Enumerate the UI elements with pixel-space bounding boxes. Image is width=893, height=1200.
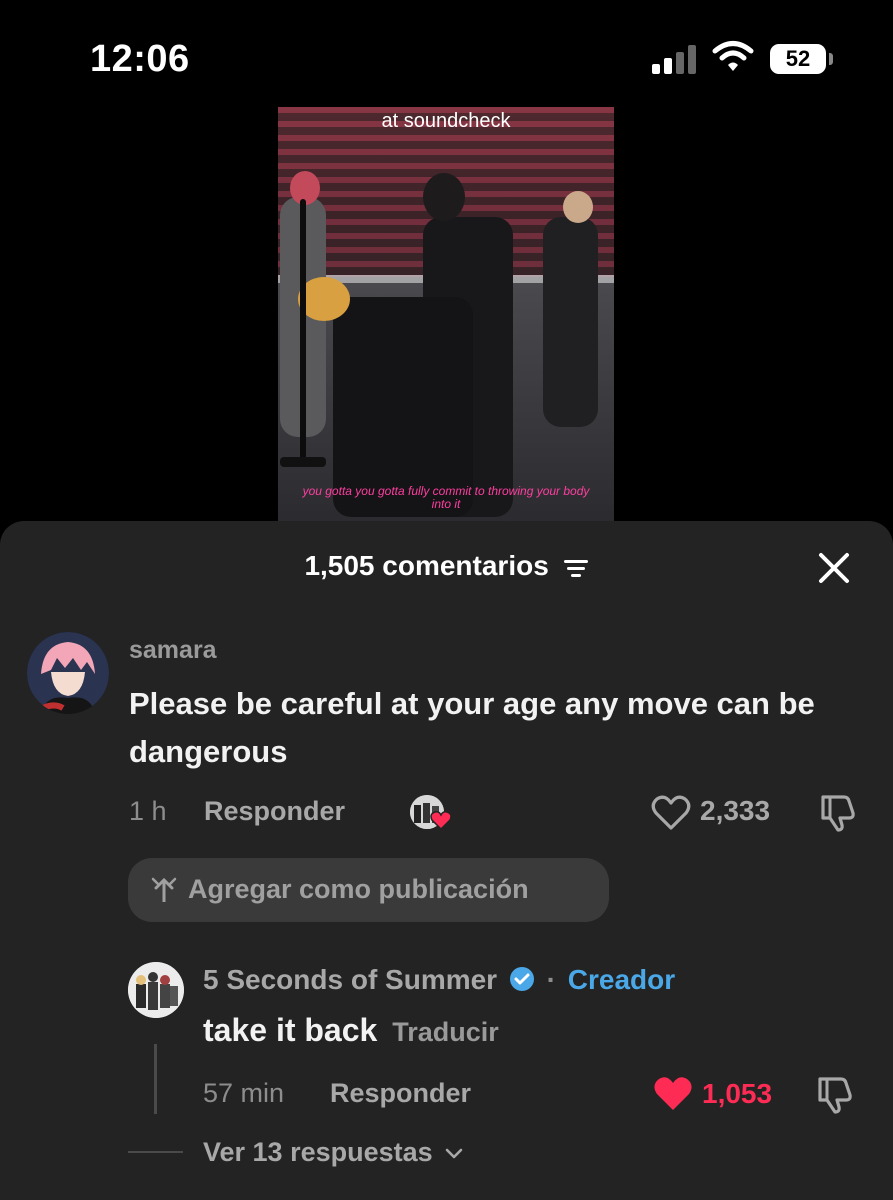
comments-header: 1,505 comentarios [0, 550, 893, 582]
comment-time: 1 h [129, 796, 167, 826]
battery-nub [829, 53, 833, 65]
dislike-icon[interactable] [818, 793, 856, 833]
comment-text: Please be careful at your age any move c… [129, 686, 815, 769]
thread-line [154, 1044, 157, 1114]
video-player[interactable]: at soundcheck you gotta you gotta fully … [278, 107, 614, 523]
person-right-head [563, 191, 593, 223]
reply-reply-button[interactable]: Responder [330, 1078, 471, 1109]
reply-username[interactable]: 5 Seconds of Summer [203, 964, 497, 995]
sort-icon[interactable] [563, 557, 589, 579]
reply-button[interactable]: Responder [204, 796, 345, 827]
add-as-post-label: Agregar como publicación [188, 874, 529, 904]
cellular-signal-icon [652, 44, 698, 74]
video-caption-top: at soundcheck [381, 110, 511, 132]
video-caption-bottom: you gotta you gotta fully commit to thro… [302, 484, 590, 511]
view-replies-line [128, 1151, 183, 1153]
comments-count: 1,505 comentarios [304, 550, 549, 581]
close-icon[interactable] [814, 548, 854, 588]
reply-text: take it back [203, 1012, 378, 1048]
creator-liked-heart-icon [430, 811, 452, 830]
reply-like-count: 1,053 [702, 1078, 773, 1109]
person-right [543, 217, 598, 427]
status-time: 12:06 [90, 38, 190, 80]
band-avatar-icon [128, 962, 184, 1018]
status-bar: 12:06 52 [0, 0, 893, 100]
person-center-head [423, 173, 465, 221]
translate-button[interactable]: Traducir [392, 1017, 499, 1047]
mic-stand [300, 199, 306, 459]
add-as-post-button[interactable]: Agregar como publicación [128, 858, 609, 922]
reply-time: 57 min [203, 1078, 285, 1108]
chevron-down-icon [445, 1148, 463, 1159]
view-replies-button[interactable]: Ver 13 respuestas [203, 1137, 464, 1168]
comment-username[interactable]: samara [129, 636, 217, 665]
like-count: 2,333 [700, 795, 771, 826]
battery-indicator: 52 [770, 44, 826, 74]
reply-dislike-icon[interactable] [815, 1075, 853, 1115]
verified-badge-icon [509, 967, 534, 991]
mic-stand-base [280, 457, 326, 467]
reply-avatar[interactable] [128, 962, 184, 1018]
wifi-icon [712, 41, 754, 71]
view-replies-label: Ver 13 respuestas [203, 1137, 433, 1167]
pin-icon [151, 877, 177, 902]
creator-label: Creador [567, 964, 676, 995]
like-heart-icon[interactable] [651, 795, 691, 831]
liked-heart-icon[interactable] [653, 1076, 693, 1112]
reply-text-row: take it back Traducir [203, 1012, 499, 1049]
anime-avatar-icon [27, 632, 109, 714]
avatar[interactable] [27, 632, 109, 714]
reply-username-row: 5 Seconds of Summer · Creador [203, 964, 676, 995]
